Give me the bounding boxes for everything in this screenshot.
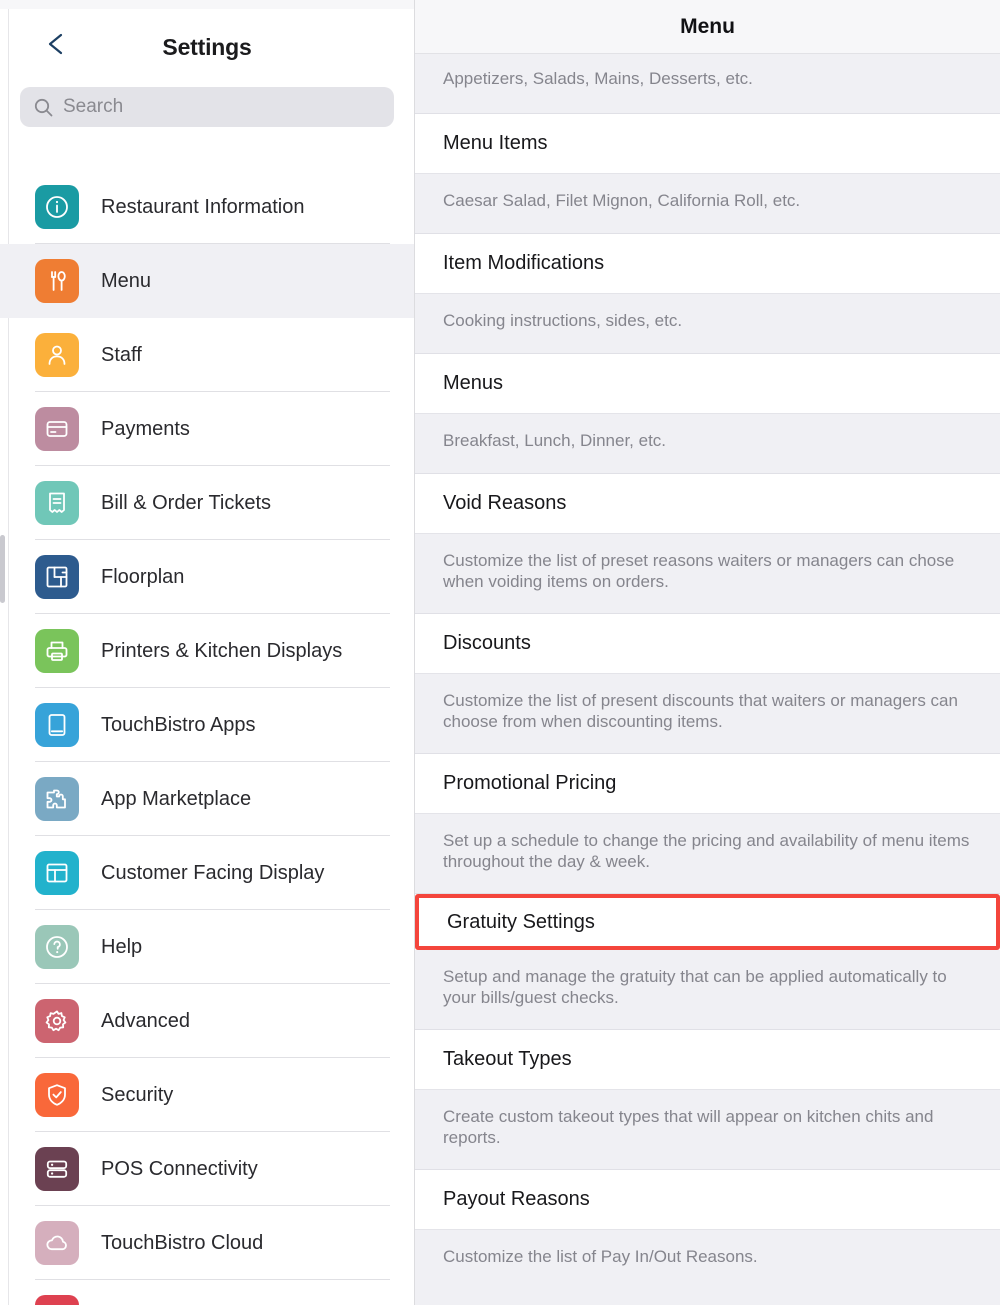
sidebar-item-label: Floorplan <box>101 565 185 588</box>
setting-row-title: Discounts <box>443 632 531 654</box>
sidebar-item-partial[interactable] <box>0 1280 414 1305</box>
person-icon <box>35 333 79 377</box>
setting-row-gratuity-settings[interactable]: Gratuity Settings <box>415 894 1000 950</box>
setting-row-description: Set up a schedule to change the pricing … <box>415 814 1000 894</box>
layout-panels-icon <box>35 851 79 895</box>
sidebar-item-touchbistro-cloud[interactable]: TouchBistro Cloud <box>0 1206 414 1280</box>
sidebar-item-menu[interactable]: Menu <box>0 244 414 318</box>
sidebar-item-touchbistro-apps[interactable]: TouchBistro Apps <box>0 688 414 762</box>
sidebar-item-printers-kitchen-displays[interactable]: Printers & Kitchen Displays <box>0 614 414 688</box>
setting-row-description: Customize the list of present discounts … <box>415 674 1000 754</box>
menu-detail-panel: Menu Appetizers, Salads, Mains, Desserts… <box>415 0 1000 1305</box>
tablet-icon <box>35 703 79 747</box>
cloud-icon <box>35 1221 79 1265</box>
setting-row-description-text: Customize the list of present discounts … <box>443 691 958 732</box>
detail-header: Menu <box>415 0 1000 54</box>
setting-row-description: Caesar Salad, Filet Mignon, California R… <box>415 174 1000 234</box>
sidebar-item-bill-order-tickets[interactable]: Bill & Order Tickets <box>0 466 414 540</box>
menu-settings-list: Appetizers, Salads, Mains, Desserts, etc… <box>415 54 1000 1305</box>
setting-row-description: Cooking instructions, sides, etc. <box>415 294 1000 354</box>
setting-row-title: Payout Reasons <box>443 1188 590 1210</box>
setting-row-description-text: Create custom takeout types that will ap… <box>443 1107 934 1148</box>
setting-row-title: Gratuity Settings <box>447 910 595 933</box>
receipt-icon <box>35 481 79 525</box>
partial-icon <box>35 1295 79 1305</box>
shield-check-icon <box>35 1073 79 1117</box>
sidebar-item-help[interactable]: Help <box>0 910 414 984</box>
sidebar-item-label: Restaurant Information <box>101 195 305 218</box>
sidebar-item-label: Help <box>101 935 143 958</box>
sidebar-item-label: Printers & Kitchen Displays <box>101 639 343 662</box>
setting-row-description: Customize the list of Pay In/Out Reasons… <box>415 1230 1000 1305</box>
sidebar-item-floorplan[interactable]: Floorplan <box>0 540 414 614</box>
setting-row-item-modifications[interactable]: Item Modifications <box>415 234 1000 294</box>
sidebar-item-label: TouchBistro Cloud <box>101 1231 264 1254</box>
setting-row-menu-items[interactable]: Menu Items <box>415 114 1000 174</box>
setting-row-title: Menu Items <box>443 132 548 154</box>
sidebar-item-label: Menu <box>101 269 152 292</box>
sidebar-item-label: Advanced <box>101 1009 190 1032</box>
sidebar-header: Settings <box>0 0 414 92</box>
question-circle-icon <box>35 925 79 969</box>
setting-row-description-text: Appetizers, Salads, Mains, Desserts, etc… <box>443 69 753 88</box>
search-placeholder: Search <box>63 96 124 117</box>
sidebar-item-app-marketplace[interactable]: App Marketplace <box>0 762 414 836</box>
setting-row-title: Item Modifications <box>443 252 605 274</box>
sidebar-item-label: POS Connectivity <box>101 1157 258 1180</box>
setting-row-description-text: Customize the list of preset reasons wai… <box>443 551 955 592</box>
fork-spoon-icon <box>35 259 79 303</box>
sidebar-item-pos-connectivity[interactable]: POS Connectivity <box>0 1132 414 1206</box>
sidebar-item-staff[interactable]: Staff <box>0 318 414 392</box>
server-rack-icon <box>35 1147 79 1191</box>
setting-row-description: Create custom takeout types that will ap… <box>415 1090 1000 1170</box>
gear-icon <box>35 999 79 1043</box>
setting-row-discounts[interactable]: Discounts <box>415 614 1000 674</box>
sidebar-nav-list: Restaurant Information Menu Staff Payments B… <box>0 170 414 1305</box>
setting-row-void-reasons[interactable]: Void Reasons <box>415 474 1000 534</box>
sidebar-item-restaurant-information[interactable]: Restaurant Information <box>0 170 414 244</box>
info-circle-icon <box>35 185 79 229</box>
setting-row-menus[interactable]: Menus <box>415 354 1000 414</box>
setting-row-promotional-pricing[interactable]: Promotional Pricing <box>415 754 1000 814</box>
credit-card-icon <box>35 407 79 451</box>
setting-row-description-text: Setup and manage the gratuity that can b… <box>443 967 947 1008</box>
setting-row-takeout-types[interactable]: Takeout Types <box>415 1030 1000 1090</box>
sidebar-item-label: Security <box>101 1083 174 1106</box>
sidebar-item-label: Customer Facing Display <box>101 861 325 884</box>
settings-screen: Settings Search Restaurant Information Me… <box>0 0 1000 1305</box>
setting-row-title: Takeout Types <box>443 1048 572 1070</box>
page-title: Settings <box>162 34 252 60</box>
search-input[interactable]: Search <box>20 87 394 127</box>
sidebar-item-label: Payments <box>101 417 190 440</box>
sidebar-item-label: Staff <box>101 343 142 366</box>
setting-row-description-text: Breakfast, Lunch, Dinner, etc. <box>443 431 667 450</box>
detail-title: Menu <box>680 14 735 38</box>
sidebar-item-label: App Marketplace <box>101 787 252 810</box>
sidebar-item-security[interactable]: Security <box>0 1058 414 1132</box>
puzzle-piece-icon <box>35 777 79 821</box>
search-icon <box>34 98 53 117</box>
printer-icon <box>35 629 79 673</box>
setting-row-title: Menus <box>443 372 504 394</box>
floorplan-icon <box>35 555 79 599</box>
sidebar-item-label: Bill & Order Tickets <box>101 491 272 514</box>
setting-row-description: Customize the list of preset reasons wai… <box>415 534 1000 614</box>
sidebar-item-label: TouchBistro Apps <box>101 713 256 736</box>
setting-row-title: Promotional Pricing <box>443 772 617 794</box>
setting-row-description-text: Caesar Salad, Filet Mignon, California R… <box>443 191 801 210</box>
setting-row-title: Void Reasons <box>443 492 567 514</box>
settings-sidebar: Settings Search Restaurant Information Me… <box>0 0 415 1305</box>
sidebar-item-payments[interactable]: Payments <box>0 392 414 466</box>
setting-row-description-text: Customize the list of Pay In/Out Reasons… <box>443 1247 758 1266</box>
setting-row-payout-reasons[interactable]: Payout Reasons <box>415 1170 1000 1230</box>
setting-row-description: Breakfast, Lunch, Dinner, etc. <box>415 414 1000 474</box>
setting-row-description-text: Cooking instructions, sides, etc. <box>443 311 683 330</box>
setting-row-description: Setup and manage the gratuity that can b… <box>415 950 1000 1030</box>
setting-row-description: Appetizers, Salads, Mains, Desserts, etc… <box>415 54 1000 114</box>
sidebar-item-customer-facing-display[interactable]: Customer Facing Display <box>0 836 414 910</box>
sidebar-item-advanced[interactable]: Advanced <box>0 984 414 1058</box>
setting-row-description-text: Set up a schedule to change the pricing … <box>443 831 970 872</box>
